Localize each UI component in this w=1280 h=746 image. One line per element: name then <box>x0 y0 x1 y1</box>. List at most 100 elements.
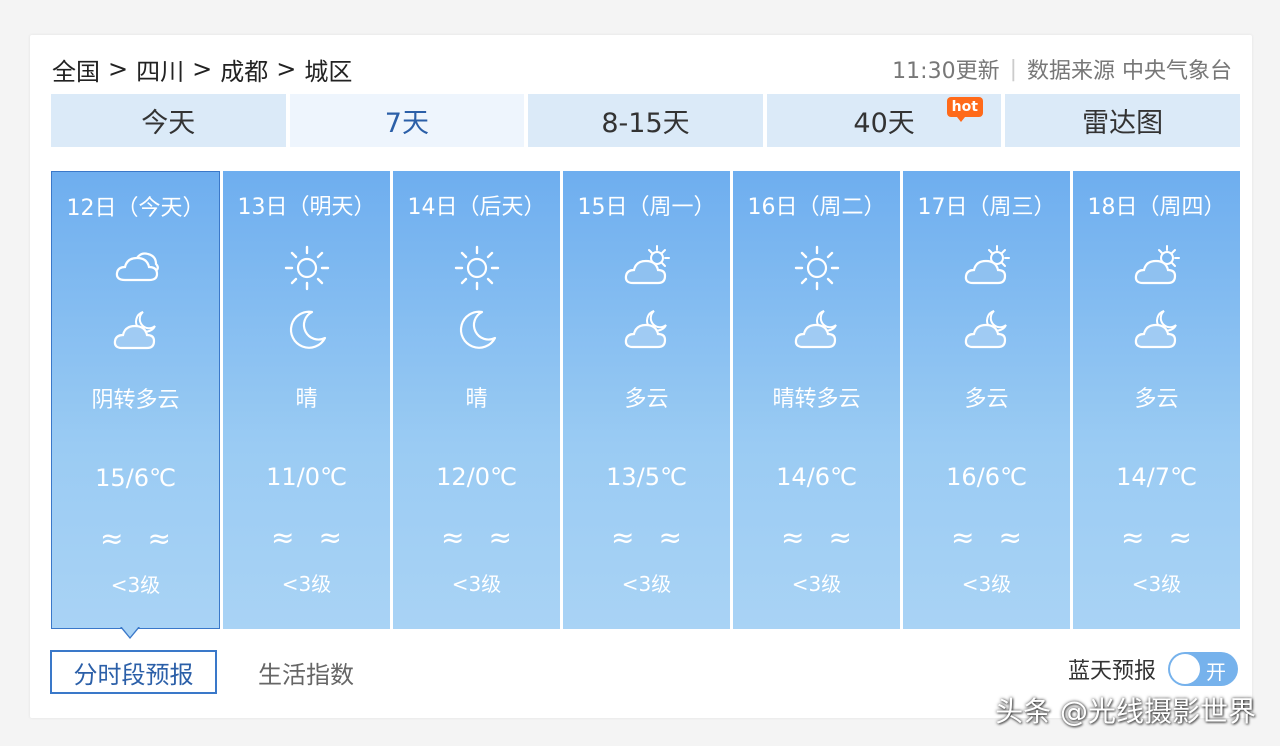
day-date: 12日（今天） <box>66 196 205 221</box>
temperature-range: 12/0℃ <box>436 463 517 491</box>
partly-cloudy-day-icon <box>964 244 1010 285</box>
wind-icon: ≈ <box>147 522 171 555</box>
wind-icon: ≈ <box>1121 521 1145 554</box>
wind-level: <3级 <box>621 572 672 596</box>
wind-icon: ≈ <box>611 521 635 554</box>
day-card[interactable]: 16日（周二） 晴转多云 14/6℃ ≈ ≈ <3级 <box>733 171 900 629</box>
weather-description: 阴转多云 <box>91 388 180 413</box>
wind-icons: ≈ ≈ <box>1073 521 1240 554</box>
hot-badge: hot <box>946 97 983 122</box>
tab-label: 今天 <box>141 108 196 139</box>
day-date: 15日（周一） <box>577 195 716 220</box>
day-card[interactable]: 14日（后天）晴 12/0℃ ≈ ≈ <3级 <box>393 171 560 629</box>
bluesky-label: 蓝天预报 <box>1067 659 1156 684</box>
tab-radar[interactable]: 雷达图 <box>1005 94 1240 147</box>
sun-icon <box>284 245 329 291</box>
hourly-forecast-button[interactable]: 分时段预报 <box>50 650 217 694</box>
weather-description: 晴 <box>295 387 318 412</box>
wind-icon: ≈ <box>828 521 852 554</box>
watermark: 头条 @光线摄影世界 <box>995 695 1256 728</box>
wind-level: <3级 <box>1131 572 1182 596</box>
breadcrumb-district: 城区 <box>304 57 353 86</box>
day-card[interactable]: 18日（周四） 多云 14/7℃ ≈ ≈ <3级 <box>1073 171 1240 629</box>
partly-cloudy-day-icon <box>624 244 670 285</box>
moon-icon <box>459 310 496 349</box>
wind-level: <3级 <box>451 572 502 596</box>
wind-icons: ≈ ≈ <box>733 521 900 554</box>
day-date: 18日（周四） <box>1087 195 1226 220</box>
wind-icon: ≈ <box>441 521 465 554</box>
breadcrumb-province[interactable]: 四川 <box>136 52 184 87</box>
meta-divider: | <box>1009 56 1017 82</box>
wind-icons: ≈ ≈ <box>393 521 560 554</box>
tab-today[interactable]: 今天 <box>51 94 286 147</box>
bluesky-forecast: 蓝天预报 开 <box>1068 651 1238 687</box>
day-date: 17日（周三） <box>917 195 1056 220</box>
weather-description: 多云 <box>1134 387 1179 412</box>
cloudy-icon <box>115 252 159 282</box>
temperature-range: 14/7℃ <box>1116 463 1197 491</box>
temperature-range: 14/6℃ <box>776 463 857 491</box>
partly-cloudy-day-icon <box>1134 244 1180 285</box>
breadcrumb-separator: > <box>192 55 213 83</box>
wind-icon: ≈ <box>318 521 342 554</box>
moon-icon <box>289 310 326 349</box>
data-source: 数据来源 中央气象台 <box>1027 59 1232 84</box>
wind-level: <3级 <box>791 572 842 596</box>
day-date: 14日（后天） <box>407 195 546 220</box>
temperature-range: 16/6℃ <box>946 463 1027 491</box>
life-index-button[interactable]: 生活指数 <box>258 650 354 694</box>
wind-icons: ≈ ≈ <box>52 522 219 555</box>
day-date: 16日（周二） <box>747 195 886 220</box>
wind-icon: ≈ <box>100 522 124 555</box>
update-time: 11:30更新 <box>892 59 1000 84</box>
breadcrumb-country[interactable]: 全国 <box>52 52 100 87</box>
day-date: 13日（明天） <box>237 195 376 220</box>
breadcrumb: 全国 > 四川 > 成都 > 城区 <box>52 52 352 86</box>
partly-cloudy-night-icon <box>113 310 156 350</box>
forecast-tabs: 今天 7天 8-15天 40天 hot 雷达图 <box>51 94 1240 147</box>
breadcrumb-city[interactable]: 成都 <box>220 52 268 87</box>
breadcrumb-separator: > <box>276 55 297 83</box>
partly-cloudy-night-icon <box>964 309 1007 349</box>
selected-day-pointer <box>120 626 140 639</box>
update-info: 11:30更新 | 数据来源 中央气象台 <box>892 52 1232 86</box>
day-card[interactable]: 17日（周三） 多云 16/6℃ ≈ ≈ <3级 <box>903 171 1070 629</box>
tab-8-15-days[interactable]: 8-15天 <box>528 94 763 147</box>
wind-icon: ≈ <box>998 521 1022 554</box>
toggle-knob <box>1170 654 1200 684</box>
day-card[interactable]: 13日（明天）晴 11/0℃ ≈ ≈ <3级 <box>223 171 390 629</box>
weather-description: 多云 <box>964 387 1009 412</box>
temperature-range: 15/6℃ <box>95 464 176 492</box>
wind-icons: ≈ ≈ <box>903 521 1070 554</box>
tab-label: 7天 <box>384 108 429 139</box>
temperature-range: 13/5℃ <box>606 463 687 491</box>
bluesky-toggle[interactable]: 开 <box>1168 652 1238 686</box>
wind-icon: ≈ <box>271 521 295 554</box>
temperature-range: 11/0℃ <box>266 463 347 491</box>
wind-icon: ≈ <box>658 521 682 554</box>
weather-description: 晴 <box>465 387 488 412</box>
wind-level: <3级 <box>110 573 161 597</box>
weather-description: 晴转多云 <box>772 387 861 412</box>
day-card[interactable]: 15日（周一） 多云 13/5℃ ≈ ≈ <3级 <box>563 171 730 629</box>
tab-7-days[interactable]: 7天 <box>289 94 525 147</box>
tab-label: 40天 <box>853 108 915 139</box>
wind-icon: ≈ <box>781 521 805 554</box>
daily-forecast-list: 12日（今天） 阴转多云 15/6℃ ≈ ≈ <3级 13日（明天）晴 11/0℃ ≈ ≈ <3级 1… <box>51 171 1240 629</box>
wind-icon: ≈ <box>488 521 512 554</box>
sun-icon <box>454 245 499 291</box>
wind-level: <3级 <box>961 572 1012 596</box>
wind-icons: ≈ ≈ <box>563 521 730 554</box>
partly-cloudy-night-icon <box>624 309 667 349</box>
wind-icons: ≈ ≈ <box>223 521 390 554</box>
wind-icon: ≈ <box>951 521 975 554</box>
breadcrumb-separator: > <box>108 55 129 83</box>
tab-40-days[interactable]: 40天 hot <box>766 94 1002 147</box>
tab-label: 8-15天 <box>601 108 690 139</box>
wind-icon: ≈ <box>1168 521 1192 554</box>
tab-label: 雷达图 <box>1082 108 1164 139</box>
partly-cloudy-night-icon <box>794 309 837 349</box>
day-card[interactable]: 12日（今天） 阴转多云 15/6℃ ≈ ≈ <3级 <box>51 171 220 629</box>
wind-level: <3级 <box>281 572 332 596</box>
